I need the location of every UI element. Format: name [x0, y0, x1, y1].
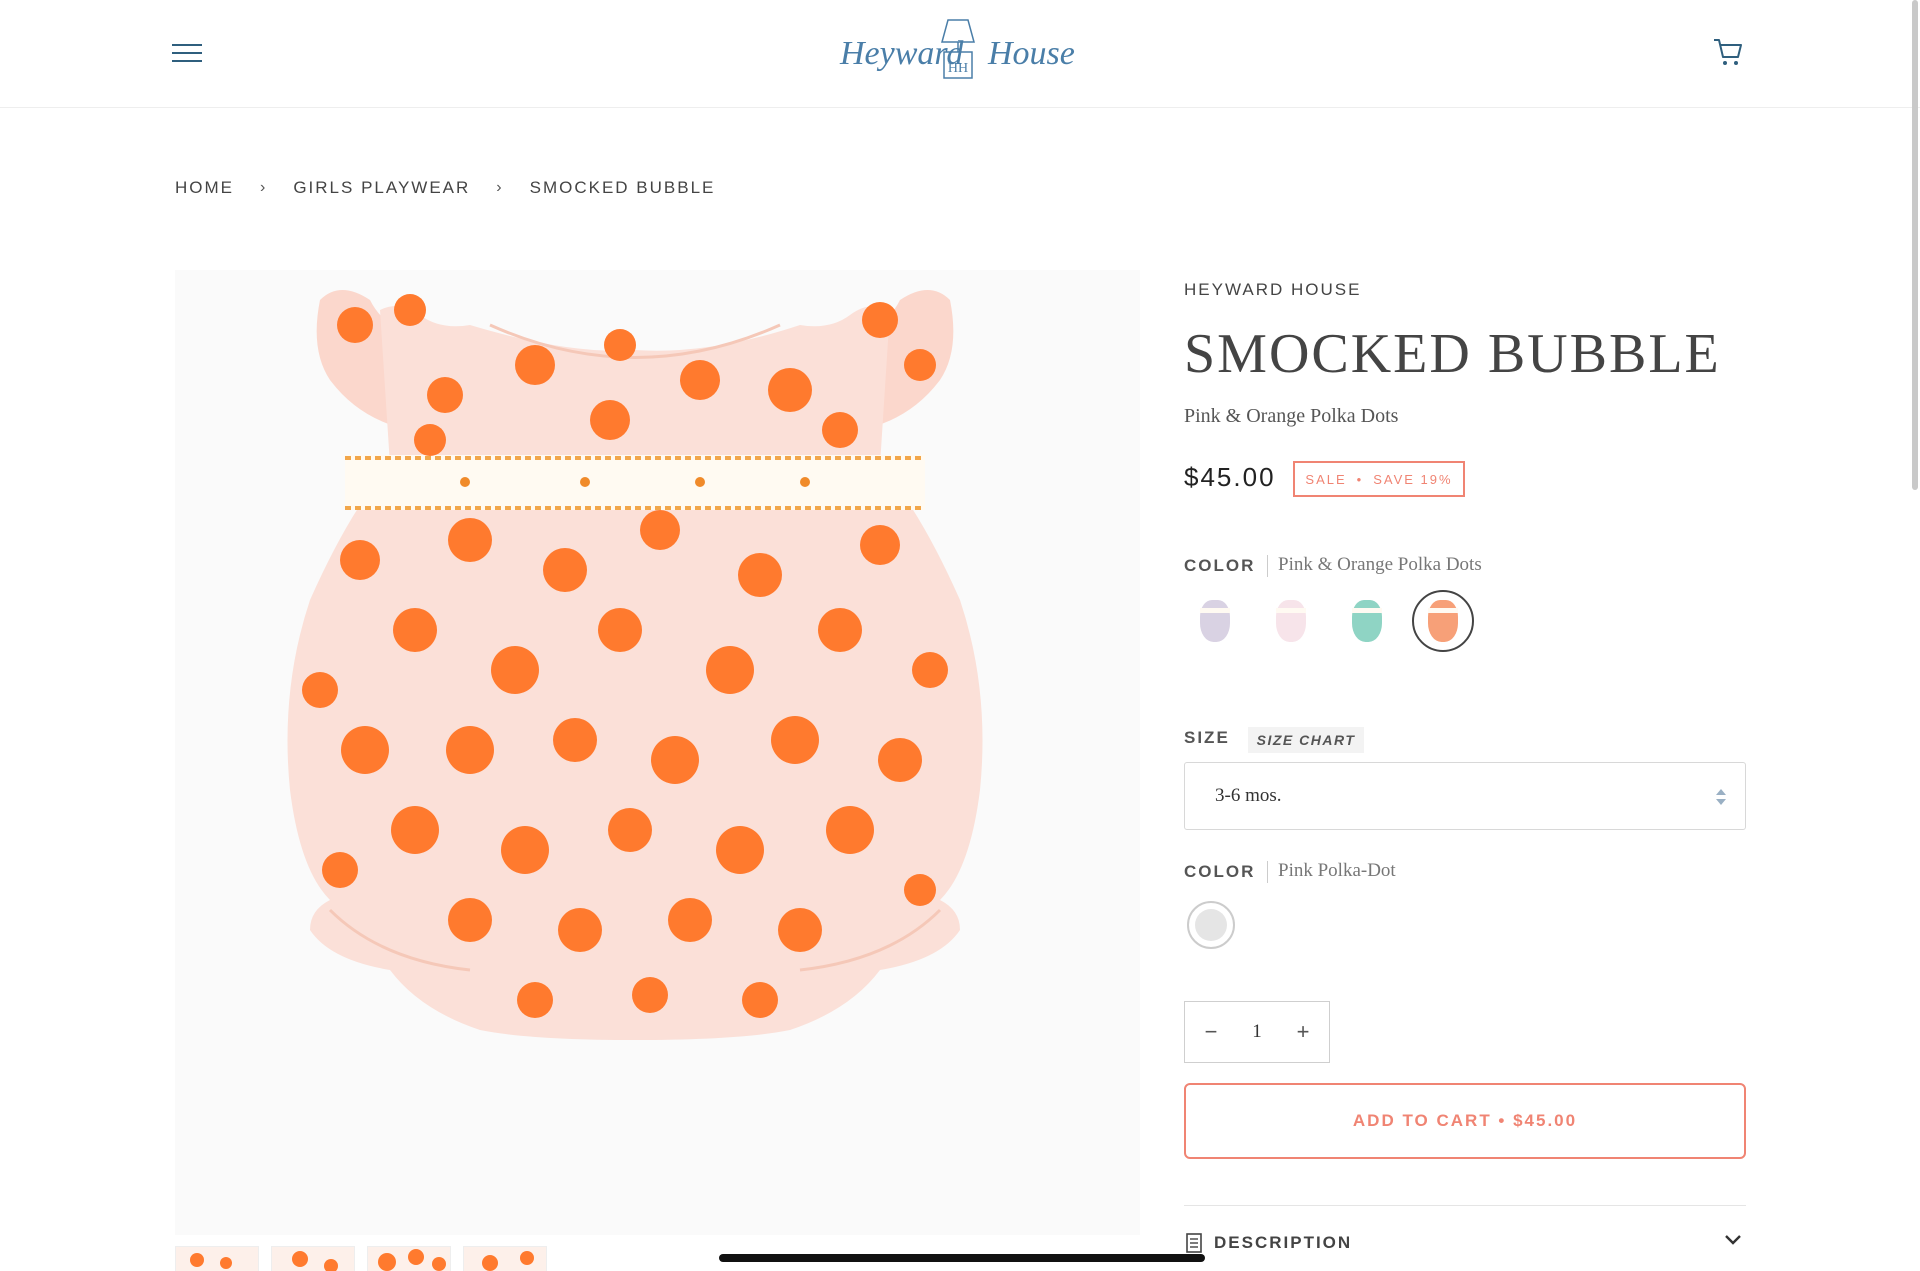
- thumbnail-2[interactable]: [271, 1246, 355, 1271]
- save-label: SAVE 19%: [1373, 471, 1453, 487]
- color-swatch-pink-print[interactable]: [1260, 590, 1322, 652]
- size-select[interactable]: 3-6 mos.: [1184, 762, 1746, 830]
- size-chart-link[interactable]: SIZE CHART: [1248, 727, 1364, 753]
- description-accordion[interactable]: DESCRIPTION: [1184, 1228, 1746, 1258]
- color2-option-value: Pink Polka-Dot: [1278, 860, 1396, 881]
- description-divider: [1184, 1205, 1746, 1206]
- shopping-cart-icon[interactable]: [1712, 36, 1748, 72]
- color-option-divider: [1267, 555, 1268, 577]
- romper-illustration: [287, 290, 983, 1040]
- color-swatch-mint[interactable]: [1336, 590, 1398, 652]
- color2-option-divider: [1267, 861, 1268, 883]
- breadcrumb-current: SMOCKED BUBBLE: [529, 178, 716, 197]
- add-to-cart-button[interactable]: ADD TO CART • $45.00: [1184, 1083, 1746, 1159]
- product-vendor[interactable]: HEYWARD HOUSE: [1184, 280, 1361, 300]
- sale-label: SALE: [1305, 471, 1347, 487]
- thumbnail-3[interactable]: [367, 1246, 451, 1271]
- quantity-decrease-button[interactable]: −: [1199, 1019, 1223, 1045]
- color-swatches: [1184, 590, 1474, 652]
- product-title: SMOCKED BUBBLE: [1184, 323, 1721, 385]
- home-indicator[interactable]: [719, 1254, 1205, 1262]
- description-label: DESCRIPTION: [1214, 1233, 1353, 1252]
- thumbnail-4[interactable]: [463, 1246, 547, 1271]
- sale-bullet: •: [1356, 471, 1364, 487]
- quantity-increase-button[interactable]: +: [1291, 1019, 1315, 1045]
- breadcrumb: HOME › GIRLS PLAYWEAR › SMOCKED BUBBLE: [175, 178, 715, 198]
- svg-text:HH: HH: [948, 61, 968, 76]
- svg-text:House: House: [987, 35, 1075, 72]
- size-select-value: 3-6 mos.: [1215, 785, 1282, 806]
- product-main-image[interactable]: [175, 270, 1140, 1235]
- thumbnail-1[interactable]: [175, 1246, 259, 1271]
- product-subtitle: Pink & Orange Polka Dots: [1184, 405, 1399, 427]
- logo-graphic: Heyward House HH: [839, 19, 1075, 79]
- size-option-label: SIZE: [1184, 728, 1230, 747]
- breadcrumb-separator: ›: [260, 179, 268, 196]
- color-swatch-lavender[interactable]: [1184, 590, 1246, 652]
- sale-badge: SALE • SAVE 19%: [1293, 461, 1465, 497]
- product-price: $45.00: [1184, 462, 1276, 492]
- site-logo[interactable]: Heyward House HH: [820, 14, 1100, 94]
- chevron-down-icon: [1725, 1235, 1741, 1245]
- svg-text:Heyward: Heyward: [839, 35, 964, 72]
- color-option-value: Pink & Orange Polka Dots: [1278, 554, 1482, 575]
- select-arrows-icon: [1716, 789, 1726, 805]
- color2-swatch-pink-polka-dot[interactable]: [1187, 901, 1235, 949]
- page-scrollbar[interactable]: [1912, 0, 1918, 490]
- breadcrumb-separator: ›: [496, 179, 504, 196]
- description-icon: [1186, 1233, 1202, 1253]
- color2-option-label: COLOR: [1184, 862, 1256, 881]
- color-option-label: COLOR: [1184, 556, 1256, 575]
- breadcrumb-home[interactable]: HOME: [175, 178, 234, 198]
- breadcrumb-girls-playwear[interactable]: GIRLS PLAYWEAR: [293, 178, 470, 198]
- hamburger-menu-icon[interactable]: [172, 38, 208, 66]
- color-swatch-orange-dots[interactable]: [1412, 590, 1474, 652]
- quantity-value[interactable]: 1: [1252, 1021, 1262, 1043]
- product-thumbnails: [175, 1246, 547, 1271]
- site-header: Heyward House HH: [0, 0, 1920, 108]
- quantity-stepper: − 1 +: [1184, 1001, 1330, 1063]
